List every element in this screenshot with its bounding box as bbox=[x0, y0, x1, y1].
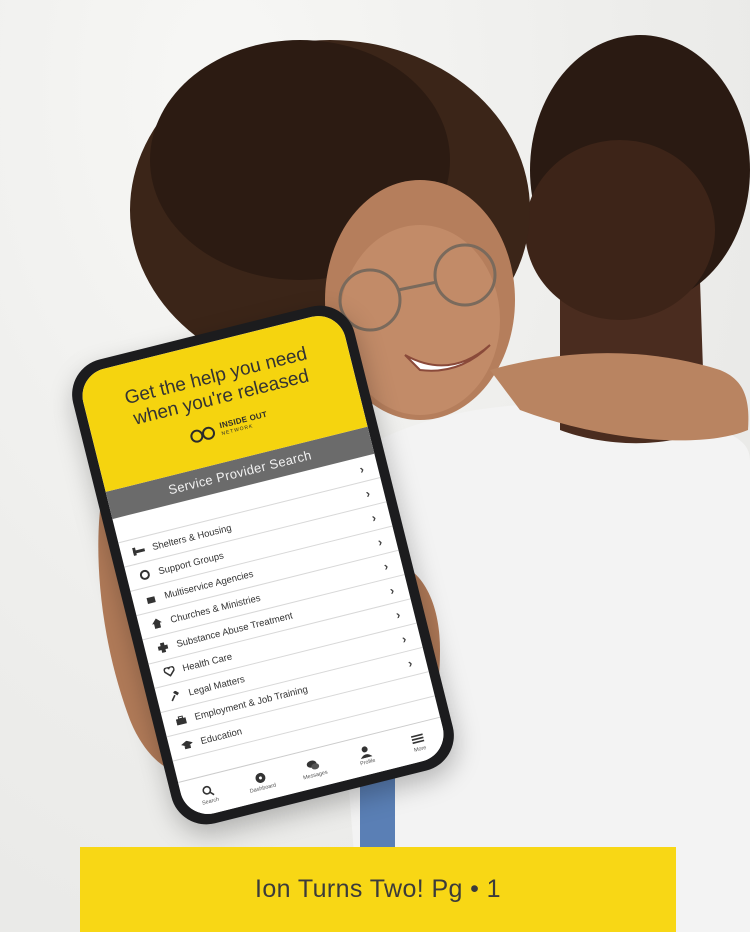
lifebuoy-icon bbox=[136, 567, 154, 583]
menu-icon bbox=[410, 733, 425, 745]
treatment-icon bbox=[154, 640, 172, 656]
tab-label: Dashboard bbox=[249, 782, 277, 795]
tab-label: Search bbox=[201, 796, 220, 807]
chevron-right-icon: › bbox=[358, 461, 366, 477]
logo: INSIDE OUT NETWORK bbox=[188, 410, 270, 446]
messages-icon bbox=[306, 760, 320, 770]
bed-icon bbox=[130, 543, 148, 559]
tab-label: Messages bbox=[302, 769, 329, 782]
gavel-icon bbox=[166, 688, 184, 704]
dashboard-icon bbox=[255, 772, 266, 783]
graduation-cap-icon bbox=[178, 737, 196, 753]
agency-icon bbox=[142, 591, 160, 607]
search-icon bbox=[202, 785, 215, 796]
heart-icon bbox=[160, 664, 178, 680]
briefcase-icon bbox=[172, 713, 190, 729]
tab-label: Profile bbox=[359, 757, 377, 768]
church-icon bbox=[148, 616, 166, 632]
caption-text: Ion Turns Two! Pg • 1 bbox=[255, 875, 501, 903]
tab-label: More bbox=[413, 744, 428, 754]
logo-icon bbox=[189, 426, 215, 443]
caption-banner: Ion Turns Two! Pg • 1 bbox=[80, 847, 676, 932]
profile-icon bbox=[360, 746, 373, 760]
